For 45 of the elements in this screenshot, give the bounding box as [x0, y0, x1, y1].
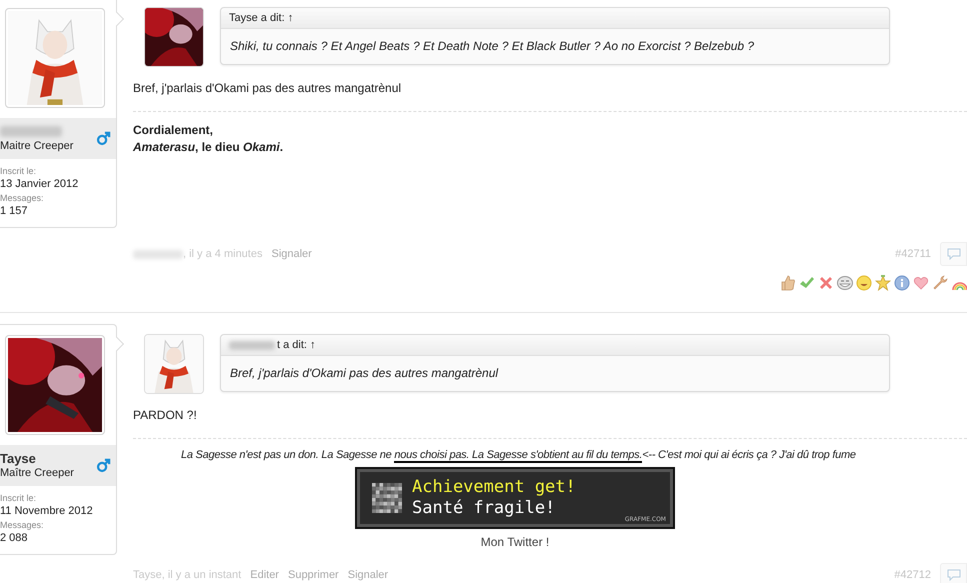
post-number-link[interactable]: #42712 [894, 569, 931, 581]
username[interactable]: Tayse [0, 451, 74, 466]
quote-text: Bref, j'parlais d'Okami pas des autres mangatrènul [229, 365, 500, 382]
signature-quote: La Sagesse n'est pas un don. La Sagesse ne nous choisi pas. La Sagesse s'obtient au fil du temps.<-- C'est moi qui ai écris ça ? J'ai dû trop fume [181, 449, 856, 461]
gravel-block-icon [372, 483, 402, 513]
post-number-link[interactable]: #42711 [895, 248, 931, 260]
user-rank: Maitre Creeper [0, 139, 74, 153]
achievement-subtitle: Santé fragile! [412, 498, 556, 519]
signature-text: Amaterasu, le dieu Okami. [133, 139, 284, 156]
quote-text: Shiki, tu connais ? Et Angel Beats ? Et Death Note ? Et Black Butler ? Ao no Exorcist ? Belzebub ? [229, 38, 756, 55]
achievement-title: Achievement get! [412, 477, 576, 498]
check-icon[interactable] [799, 275, 815, 291]
speech-bubble-icon [946, 248, 960, 260]
post-action-link[interactable]: Signaler [271, 248, 312, 260]
male-icon [96, 131, 111, 146]
post-text: Bref, j'parlais d'Okami pas des autres mangatrènul [133, 81, 402, 95]
joined-label: Inscrit le: [0, 492, 38, 504]
signature-text: Cordialement, [133, 122, 214, 139]
messages-label: Messages: [0, 192, 45, 204]
joined-date: 11 Novembre 2012 [0, 504, 94, 519]
speech-bubble-icon [946, 569, 960, 581]
heart-icon[interactable] [913, 275, 929, 291]
info-icon[interactable] [894, 275, 910, 291]
star-medal-icon[interactable] [875, 275, 891, 291]
grinning-face-icon[interactable] [837, 275, 853, 291]
user-rank: Maître Creeper [0, 466, 74, 480]
cross-icon[interactable] [818, 275, 834, 291]
male-icon [96, 458, 111, 473]
quote-button[interactable] [940, 563, 967, 583]
post-text: PARDON ?! [133, 408, 198, 422]
quote-button[interactable] [940, 242, 967, 266]
post-action-link[interactable]: Signaler [348, 569, 388, 581]
post-action-link[interactable]: Supprimer [288, 569, 339, 581]
quote-author[interactable]: Tayse a dit: ↑ [229, 12, 294, 24]
joined-date: 13 Janvier 2012 [0, 177, 80, 192]
twitter-link[interactable]: Mon Twitter ! [480, 535, 550, 549]
smiley-icon[interactable] [856, 275, 872, 291]
post-action-link[interactable]: Editer [250, 569, 279, 581]
wrench-icon[interactable] [932, 275, 948, 291]
joined-label: Inscrit le: [0, 165, 38, 177]
message-count: 2 088 [0, 531, 29, 546]
messages-label: Messages: [0, 519, 45, 531]
quote-author[interactable]: t a dit: ↑ [277, 339, 316, 351]
thumbs-up-icon[interactable] [780, 275, 796, 291]
message-count: 1 157 [0, 204, 29, 219]
